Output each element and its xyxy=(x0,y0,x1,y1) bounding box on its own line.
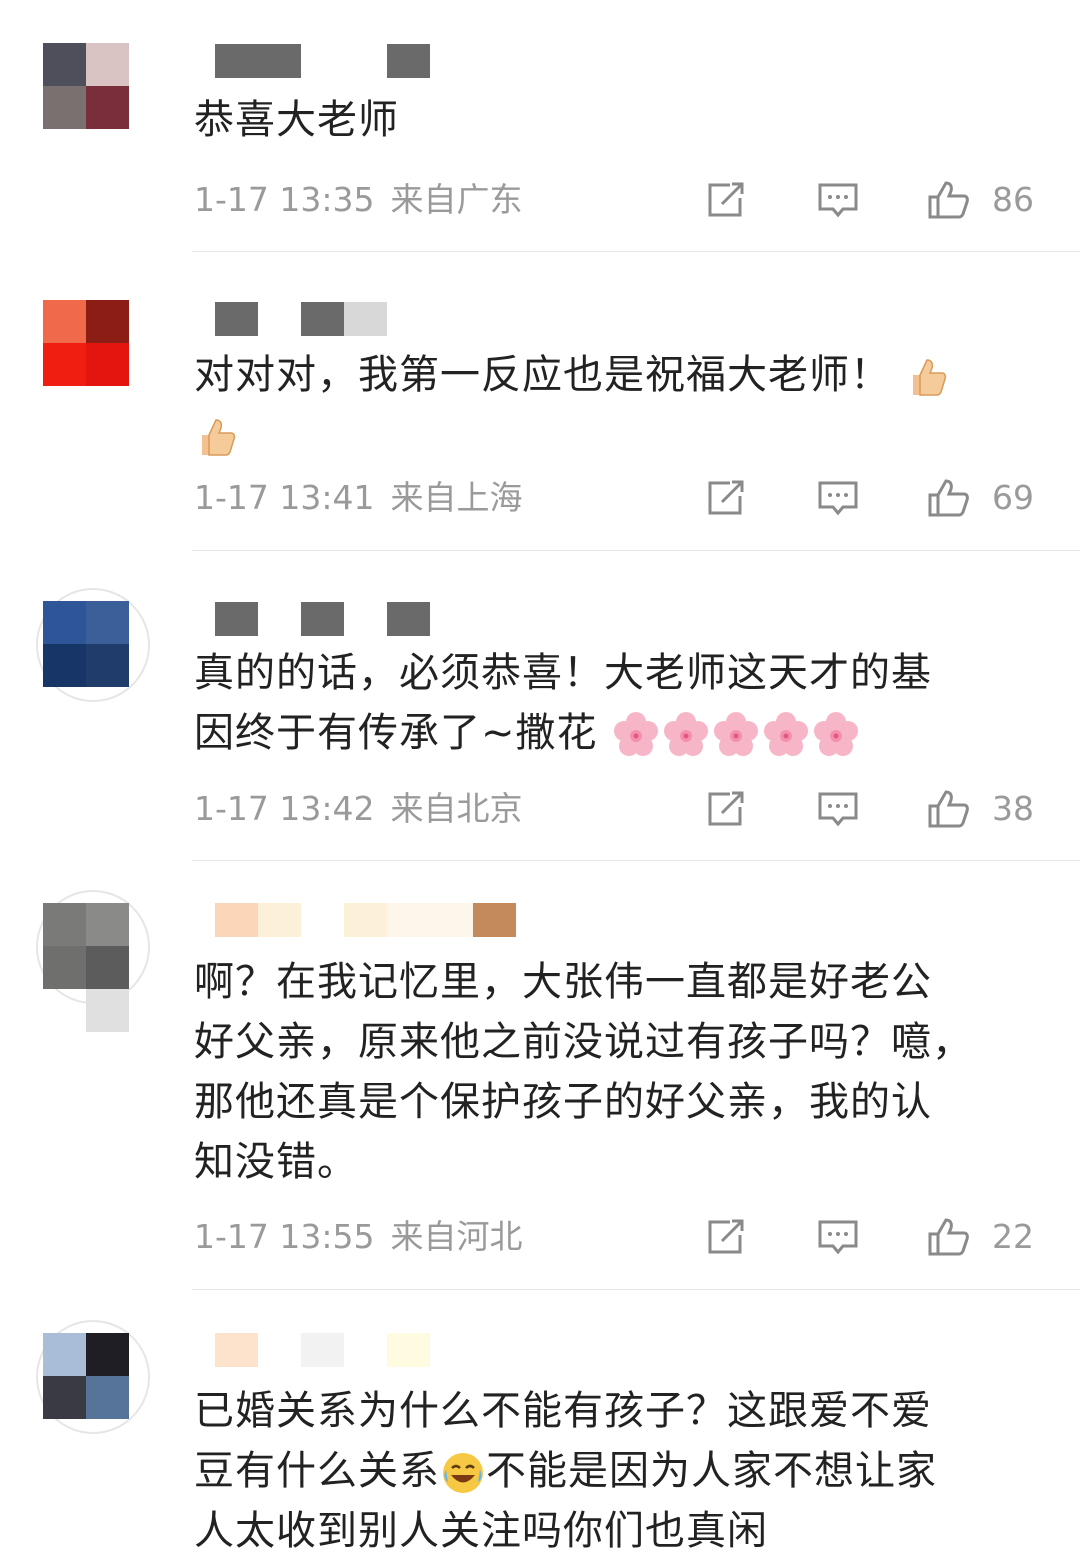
divider xyxy=(192,550,1080,551)
like-count: 69 xyxy=(992,478,1034,517)
share-icon[interactable] xyxy=(704,478,748,518)
avatar[interactable] xyxy=(43,903,129,989)
username-redacted[interactable] xyxy=(215,302,387,336)
username-redacted[interactable] xyxy=(215,903,516,937)
sakura-emoji-row xyxy=(598,710,862,756)
comment-meta: 1-17 13:41 来自上海 69 xyxy=(194,478,1054,518)
comment-text: 真的的话，必须恭喜！大老师这天才的基 因终于有传承了~撒花 xyxy=(194,643,1054,763)
comment-time: 1-17 13:42 xyxy=(194,789,375,828)
comment-actions: 22 xyxy=(694,1217,1054,1257)
comment-text-line: 人太收到别人关注吗你们也真闲 xyxy=(194,1508,768,1554)
like-count: 38 xyxy=(992,789,1034,828)
comment-time: 1-17 13:35 xyxy=(194,180,375,219)
comment-time: 1-17 13:55 xyxy=(194,1217,375,1256)
comment-text-line: 知没错。 xyxy=(194,1139,358,1185)
comment-meta: 1-17 13:42 来自北京 38 xyxy=(194,789,1054,829)
like-icon[interactable] xyxy=(926,478,970,518)
comment-text-line-part: 豆有什么关系 xyxy=(194,1448,440,1494)
avatar[interactable] xyxy=(43,601,129,687)
username-redacted[interactable] xyxy=(215,602,430,636)
sakura-emoji-icon xyxy=(614,712,659,756)
comment-time: 1-17 13:41 xyxy=(194,478,375,517)
like-count: 22 xyxy=(992,1217,1034,1256)
like-icon[interactable] xyxy=(926,1217,970,1257)
comment-text: 恭喜大老师 xyxy=(194,97,399,143)
comment-actions: 69 xyxy=(694,478,1054,518)
reply-icon[interactable] xyxy=(816,478,860,518)
comment-location: 来自广东 xyxy=(390,180,523,219)
comment-text: 啊？在我记忆里，大张伟一直都是好老公 好父亲，原来他之前没说过有孩子吗？噫， 那… xyxy=(194,952,1054,1192)
avatar[interactable] xyxy=(43,1333,129,1419)
divider xyxy=(192,860,1080,861)
comment-actions: 86 xyxy=(694,180,1054,220)
comment-location: 来自上海 xyxy=(390,478,523,517)
sakura-emoji-icon xyxy=(764,712,809,756)
thumbs-up-emoji-icon xyxy=(912,359,946,396)
comment-meta: 1-17 13:35 来自广东 86 xyxy=(194,180,1054,220)
comment-text-line-part: 不能是因为人家不想让家 xyxy=(486,1448,937,1494)
comment-location: 来自河北 xyxy=(390,1217,523,1256)
comment-location: 来自北京 xyxy=(390,789,523,828)
share-icon[interactable] xyxy=(704,180,748,220)
comment-text-line: 好父亲，原来他之前没说过有孩子吗？噫， xyxy=(194,1019,973,1065)
comment-actions: 38 xyxy=(694,789,1054,829)
username-redacted[interactable] xyxy=(215,1333,430,1367)
divider xyxy=(192,1289,1080,1290)
comment-text-line: 那他还真是个保护孩子的好父亲，我的认 xyxy=(194,1079,932,1125)
sakura-emoji-icon xyxy=(714,712,759,756)
comment-text: 对对对，我第一反应也是祝福大老师！ xyxy=(194,345,1054,465)
like-icon[interactable] xyxy=(926,789,970,829)
sakura-emoji-icon xyxy=(664,712,709,756)
laughing-crying-emoji-icon xyxy=(443,1453,483,1493)
comment-text: 已婚关系为什么不能有孩子？这跟爱不爱 豆有什么关系 不能是因为人家不想让家 人太收… xyxy=(194,1381,1054,1561)
comment-text-line: 啊？在我记忆里，大张伟一直都是好老公 xyxy=(194,959,932,1005)
comment-text-line: 豆有什么关系 不能是因为人家不想让家 xyxy=(194,1441,1054,1501)
reply-icon[interactable] xyxy=(816,180,860,220)
thumbs-up-emoji-icon xyxy=(202,419,236,456)
comment-text-line: 已婚关系为什么不能有孩子？这跟爱不爱 xyxy=(194,1388,932,1434)
like-count: 86 xyxy=(992,180,1034,219)
comment-meta: 1-17 13:55 来自河北 22 xyxy=(194,1217,1054,1257)
reply-icon[interactable] xyxy=(816,789,860,829)
share-icon[interactable] xyxy=(704,1217,748,1257)
like-icon[interactable] xyxy=(926,180,970,220)
avatar[interactable] xyxy=(43,300,129,386)
divider xyxy=(192,251,1080,252)
comment-text-line: 因终于有传承了~撒花 xyxy=(194,703,1054,763)
share-icon[interactable] xyxy=(704,789,748,829)
reply-icon[interactable] xyxy=(816,1217,860,1257)
comment-text-body: 对对对，我第一反应也是祝福大老师！ xyxy=(194,352,891,398)
avatar-fragment xyxy=(86,989,129,1032)
username-redacted[interactable] xyxy=(215,44,430,78)
comment-text-line-part: 因终于有传承了~撒花 xyxy=(194,710,598,756)
comment-text-line: 真的的话，必须恭喜！大老师这天才的基 xyxy=(194,650,932,696)
avatar[interactable] xyxy=(43,43,129,129)
sakura-emoji-icon xyxy=(814,712,859,756)
